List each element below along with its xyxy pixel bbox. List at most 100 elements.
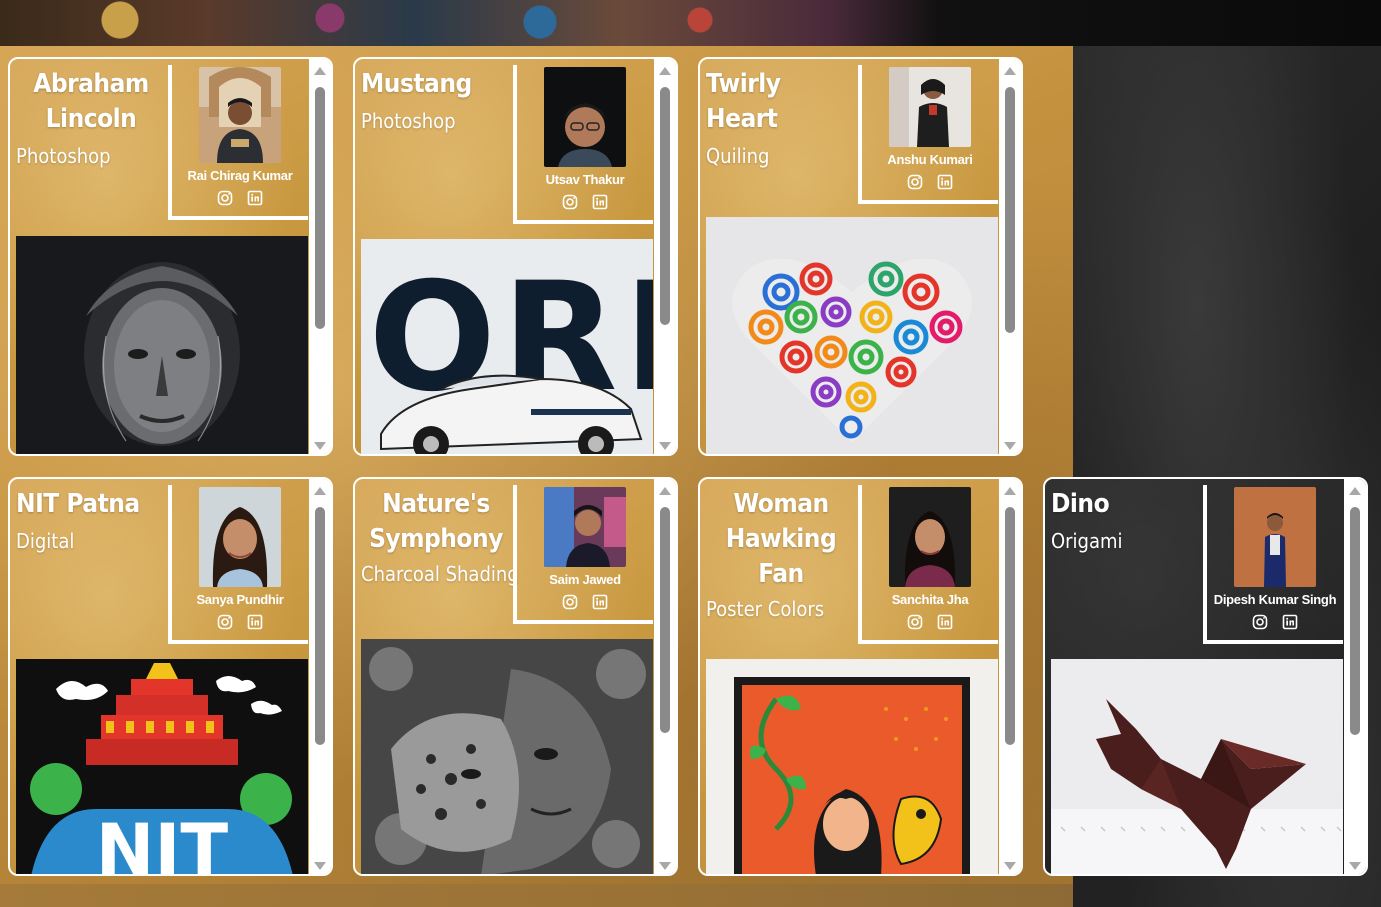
artist-panel: Saim Jawed <box>513 485 653 624</box>
scroll-thumb[interactable] <box>1005 507 1015 745</box>
instagram-icon[interactable] <box>562 194 578 210</box>
scroll-down-arrow[interactable] <box>1349 862 1361 870</box>
card-scrollbar[interactable] <box>1344 479 1366 874</box>
social-links <box>1252 614 1298 630</box>
artwork-title: Abraham Lincoln <box>33 69 149 134</box>
card-scrollbar[interactable] <box>309 479 331 874</box>
linkedin-icon[interactable] <box>247 614 263 630</box>
artist-avatar <box>544 67 626 167</box>
linkedin-icon[interactable] <box>592 194 608 210</box>
scroll-thumb[interactable] <box>660 87 670 325</box>
artist-panel: Dipesh Kumar Singh <box>1203 485 1343 644</box>
scroll-up-arrow[interactable] <box>314 67 326 75</box>
social-links <box>562 194 608 210</box>
instagram-icon[interactable] <box>217 190 233 206</box>
scroll-up-arrow[interactable] <box>1349 487 1361 495</box>
instagram-icon[interactable] <box>217 614 233 630</box>
artwork-medium: Origami <box>1051 529 1123 553</box>
card-info: Woman Hawking Fan Poster Colors <box>706 487 856 622</box>
scroll-up-arrow[interactable] <box>659 67 671 75</box>
artist-name: Sanchita Jha <box>891 592 969 607</box>
card-info: NIT Patna Digital <box>16 487 166 554</box>
instagram-icon[interactable] <box>907 614 923 630</box>
card-scrollbar[interactable] <box>654 59 676 454</box>
artwork-medium: Photoshop <box>361 109 456 133</box>
scroll-down-arrow[interactable] <box>314 442 326 450</box>
artwork-image[interactable] <box>706 659 998 876</box>
artist-panel: Anshu Kumari <box>858 65 998 204</box>
artwork-title: Twirly Heart <box>706 69 781 134</box>
scroll-thumb[interactable] <box>1350 507 1360 735</box>
scroll-down-arrow[interactable] <box>314 862 326 870</box>
card-scrollbar[interactable] <box>999 479 1021 874</box>
linkedin-icon[interactable] <box>592 594 608 610</box>
artwork-medium: Charcoal Shading <box>361 562 519 586</box>
artwork-image[interactable]: NIT <box>16 659 308 876</box>
instagram-icon[interactable] <box>562 594 578 610</box>
art-card[interactable]: Woman Hawking Fan Poster Colors Sanchita… <box>698 477 1023 876</box>
social-links <box>562 594 608 610</box>
scroll-thumb[interactable] <box>315 87 325 329</box>
art-card[interactable]: NIT Patna Digital Sanya Pundhir NIT <box>8 477 333 876</box>
linkedin-icon[interactable] <box>1282 614 1298 630</box>
art-card[interactable]: Nature's Symphony Charcoal Shading Saim … <box>353 477 678 876</box>
card-scrollbar[interactable] <box>999 59 1021 454</box>
scroll-thumb[interactable] <box>315 507 325 745</box>
card-scrollbar[interactable] <box>309 59 331 454</box>
art-card[interactable]: Mustang Photoshop Utsav Thakur FORD <box>353 57 678 456</box>
linkedin-icon[interactable] <box>937 174 953 190</box>
artwork-text: NIT <box>96 809 229 876</box>
scroll-up-arrow[interactable] <box>659 487 671 495</box>
art-card[interactable]: Twirly Heart Quiling Anshu Kumari <box>698 57 1023 456</box>
scroll-down-arrow[interactable] <box>1004 442 1016 450</box>
artist-avatar <box>889 487 971 587</box>
artwork-image[interactable] <box>16 236 308 456</box>
scroll-down-arrow[interactable] <box>659 442 671 450</box>
scroll-down-arrow[interactable] <box>659 862 671 870</box>
scroll-down-arrow[interactable] <box>1004 862 1016 870</box>
social-links <box>217 190 263 206</box>
artist-name: Saim Jawed <box>549 572 621 587</box>
artist-name: Sanya Pundhir <box>196 592 284 607</box>
artwork-medium: Photoshop <box>16 144 111 168</box>
card-scrollbar[interactable] <box>654 479 676 874</box>
artwork-title: Woman Hawking Fan <box>725 489 837 589</box>
top-banner-background <box>0 0 1381 46</box>
artwork-image[interactable] <box>706 217 998 456</box>
artist-panel: Rai Chirag Kumar <box>168 65 308 220</box>
social-links <box>907 614 953 630</box>
scroll-up-arrow[interactable] <box>1004 67 1016 75</box>
social-links <box>907 174 953 190</box>
instagram-icon[interactable] <box>1252 614 1268 630</box>
artwork-title: Dino <box>1051 489 1110 519</box>
artwork-image[interactable] <box>361 639 653 876</box>
artist-panel: Sanchita Jha <box>858 485 998 644</box>
artwork-image[interactable] <box>1051 659 1343 876</box>
scroll-thumb[interactable] <box>1005 87 1015 333</box>
card-info: Abraham Lincoln Photoshop <box>16 67 166 169</box>
linkedin-icon[interactable] <box>937 614 953 630</box>
artwork-image[interactable]: FORD <box>361 239 653 456</box>
scroll-up-arrow[interactable] <box>314 487 326 495</box>
card-info: Nature's Symphony Charcoal Shading <box>361 487 519 587</box>
card-info: Dino Origami <box>1051 487 1201 554</box>
art-card[interactable]: Abraham Lincoln Photoshop Rai Chirag Kum… <box>8 57 333 456</box>
social-links <box>217 614 263 630</box>
instagram-icon[interactable] <box>907 174 923 190</box>
bottom-background <box>0 884 1073 907</box>
scroll-up-arrow[interactable] <box>1004 487 1016 495</box>
art-card[interactable]: Dino Origami Dipesh Kumar Singh <box>1043 477 1368 876</box>
scroll-thumb[interactable] <box>660 507 670 733</box>
artwork-medium: Digital <box>16 529 75 553</box>
artist-panel: Utsav Thakur <box>513 65 653 224</box>
card-info: Mustang Photoshop <box>361 67 511 134</box>
artwork-title: Mustang <box>361 69 472 99</box>
card-info: Twirly Heart Quiling <box>706 67 856 169</box>
artist-avatar <box>199 67 281 163</box>
artist-avatar <box>199 487 281 587</box>
artwork-title: NIT Patna <box>16 489 140 519</box>
linkedin-icon[interactable] <box>247 190 263 206</box>
artwork-medium: Poster Colors <box>706 597 825 621</box>
artist-name: Rai Chirag Kumar <box>187 168 293 183</box>
artist-avatar <box>1234 487 1316 587</box>
